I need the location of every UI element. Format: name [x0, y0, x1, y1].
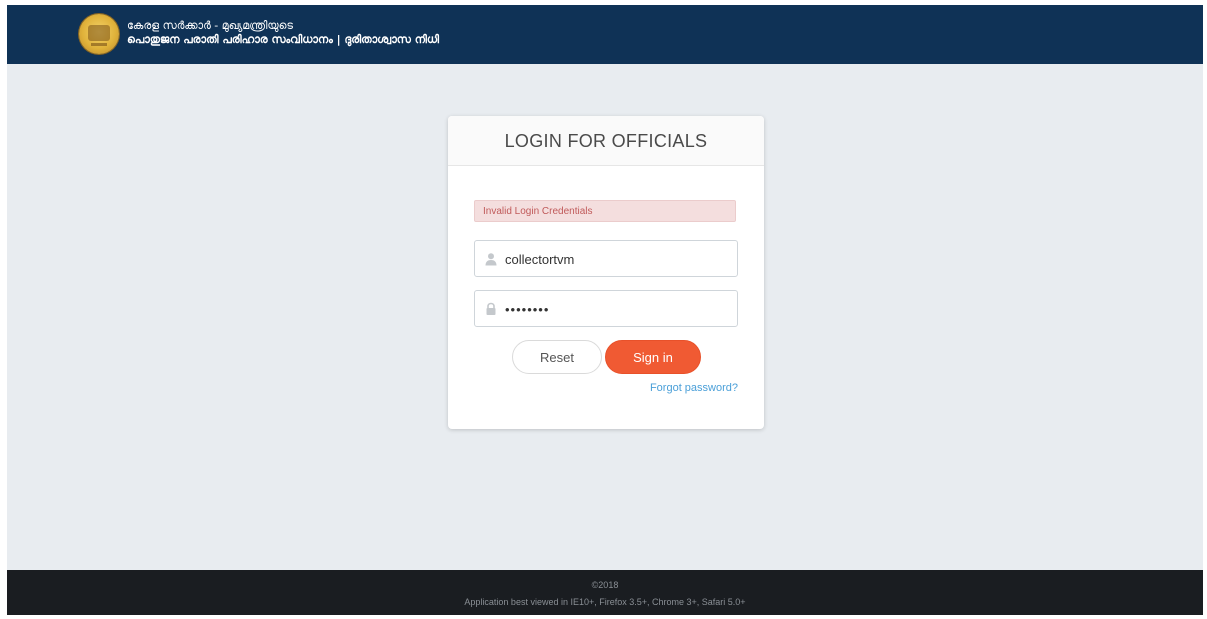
- header-bar: കേരള സർക്കാർ - മുഖ്യമന്ത്രിയുടെ പൊതുജന പ…: [7, 5, 1203, 64]
- header-title-line1: കേരള സർക്കാർ - മുഖ്യമന്ത്രിയുടെ: [127, 19, 293, 32]
- login-card: LOGIN FOR OFFICIALS Invalid Login Creden…: [448, 116, 764, 429]
- password-input[interactable]: [505, 297, 725, 321]
- forgot-password-link[interactable]: Forgot password?: [650, 382, 738, 394]
- error-alert: Invalid Login Credentials: [474, 200, 736, 222]
- lock-icon: [486, 302, 496, 315]
- kerala-emblem-icon[interactable]: [79, 14, 119, 54]
- username-field[interactable]: [474, 240, 738, 277]
- footer-browser-note: Application best viewed in IE10+, Firefo…: [464, 597, 746, 607]
- reset-button[interactable]: Reset: [512, 340, 602, 374]
- password-field[interactable]: [474, 290, 738, 327]
- login-title: LOGIN FOR OFFICIALS: [504, 131, 708, 151]
- header-title-line2: പൊതുജന പരാതി പരിഹാര സംവിധാനം | ദുരിതാശ്വ…: [127, 33, 440, 46]
- header-titles: കേരള സർക്കാർ - മുഖ്യമന്ത്രിയുടെ പൊതുജന പ…: [127, 19, 439, 47]
- sign-in-button[interactable]: Sign in: [605, 340, 701, 374]
- footer-copyright: ©2018: [591, 580, 619, 590]
- login-card-header: LOGIN FOR OFFICIALS: [448, 116, 764, 166]
- username-input[interactable]: [505, 247, 725, 271]
- page-frame: കേരള സർക്കാർ - മുഖ്യമന്ത്രിയുടെ പൊതുജന പ…: [7, 5, 1203, 615]
- footer-bar: ©2018 Application best viewed in IE10+, …: [7, 570, 1203, 615]
- user-icon: [485, 253, 497, 266]
